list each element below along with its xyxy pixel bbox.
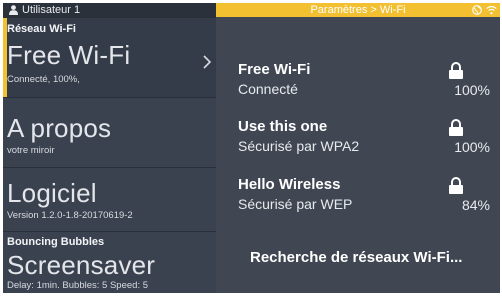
user-name: Utilisateur 1 bbox=[22, 4, 81, 16]
menu-item-screensaver-title: Bouncing Bubbles bbox=[7, 236, 105, 248]
menu-item-about-title: A propos bbox=[7, 113, 112, 143]
network-status: Sécurisé par WEP bbox=[238, 196, 353, 212]
menu-item-screensaver[interactable]: Bouncing Bubbles Screensaver Delay: 1min… bbox=[3, 231, 216, 293]
lock-icon bbox=[449, 119, 463, 136]
menu-item-software-title: Logiciel bbox=[7, 178, 97, 208]
globe-icon[interactable] bbox=[472, 5, 482, 15]
network-status: Connecté bbox=[238, 81, 298, 97]
user-icon bbox=[9, 5, 18, 15]
menu-item-wifi[interactable]: Réseau Wi-Fi Free Wi-Fi Connecté, 100%, bbox=[3, 17, 216, 97]
network-name: Hello Wireless bbox=[238, 176, 341, 193]
network-signal: 100% bbox=[454, 82, 490, 98]
network-item-1[interactable]: Use this one Sécurisé par WPA2 100% bbox=[236, 118, 490, 164]
menu-item-wifi-status: Connecté, 100%, bbox=[7, 74, 80, 85]
settings-panel: Paramètres > Wi-Fi Free Wi-Fi Connecté 1… bbox=[216, 3, 500, 293]
network-signal: 84% bbox=[461, 197, 490, 213]
menu-item-screensaver-settings: Delay: 1min. Bubbles: 5 Speed: 5 bbox=[7, 280, 149, 291]
menu-item-screensaver-name: Screensaver bbox=[7, 250, 156, 280]
user-bar[interactable]: Utilisateur 1 bbox=[3, 3, 216, 17]
sidebar: Utilisateur 1 Réseau Wi-Fi Free Wi-Fi Co… bbox=[3, 3, 216, 293]
breadcrumb: Paramètres > Wi-Fi bbox=[310, 4, 406, 16]
network-item-2[interactable]: Hello Wireless Sécurisé par WEP 84% bbox=[236, 176, 490, 222]
lock-icon bbox=[449, 62, 463, 79]
network-signal: 100% bbox=[454, 139, 490, 155]
menu-item-software[interactable]: Logiciel Version 1.2.0-1.8-20170619-2 bbox=[3, 167, 216, 231]
wifi-icon[interactable] bbox=[486, 5, 497, 15]
network-status: Sécurisé par WPA2 bbox=[238, 138, 360, 154]
lock-icon bbox=[449, 177, 463, 194]
menu-item-wifi-title: Réseau Wi-Fi bbox=[7, 23, 76, 35]
menu-item-about[interactable]: A propos votre miroir bbox=[3, 97, 216, 167]
chevron-right-icon bbox=[203, 55, 212, 69]
scan-networks-button[interactable]: Recherche de réseaux Wi-Fi... bbox=[250, 249, 462, 266]
network-item-0[interactable]: Free Wi-Fi Connecté 100% bbox=[236, 61, 490, 107]
menu-item-software-version: Version 1.2.0-1.8-20170619-2 bbox=[7, 210, 133, 221]
network-name: Use this one bbox=[238, 118, 328, 135]
menu-item-about-subtitle: votre miroir bbox=[7, 145, 55, 156]
app-window: Utilisateur 1 Réseau Wi-Fi Free Wi-Fi Co… bbox=[3, 3, 500, 293]
title-bar: Paramètres > Wi-Fi bbox=[216, 3, 500, 17]
network-name: Free Wi-Fi bbox=[238, 61, 311, 78]
menu-item-wifi-network: Free Wi-Fi bbox=[7, 40, 131, 70]
